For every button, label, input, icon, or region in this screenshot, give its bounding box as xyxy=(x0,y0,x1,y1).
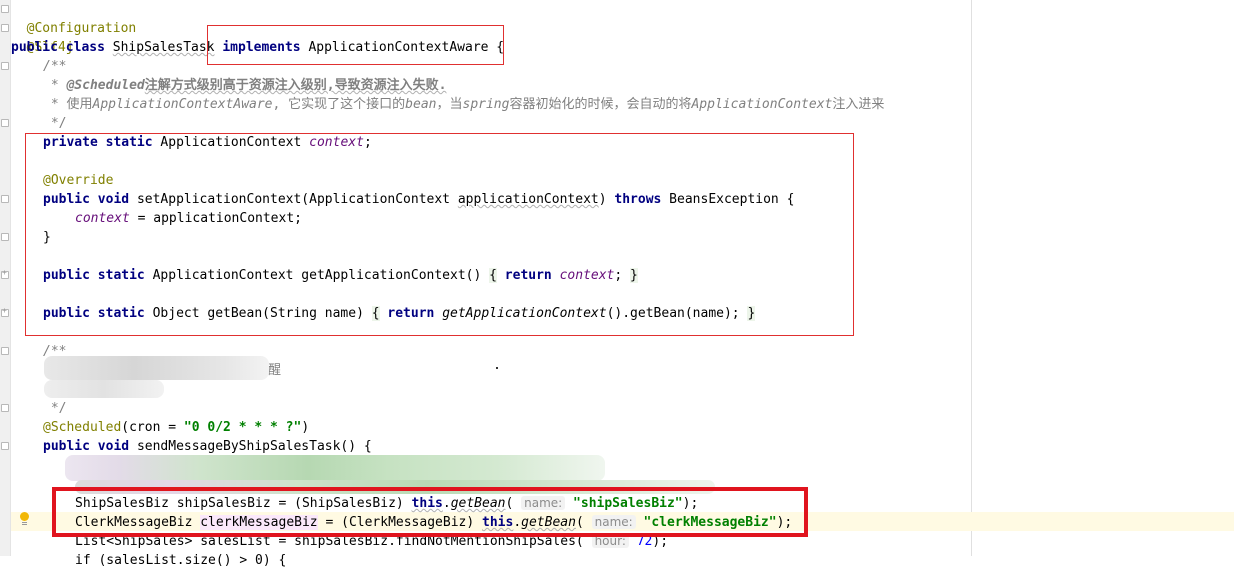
comment-text: ，当 xyxy=(436,97,463,112)
fold-toggle-icon[interactable] xyxy=(1,404,9,412)
fold-toggle-icon[interactable] xyxy=(1,62,9,70)
comment: */ xyxy=(43,401,67,416)
lightbulb-icon[interactable] xyxy=(19,512,29,526)
doc-comment-line[interactable]: */ xyxy=(43,399,67,418)
keyword: public xyxy=(11,40,58,55)
fold-toggle-icon[interactable] xyxy=(1,233,9,241)
comment-text: 注解方式级别高于资源注入级别,导致资源注入失败. xyxy=(144,78,447,93)
fold-expand-icon[interactable] xyxy=(1,268,9,279)
redacted-region xyxy=(65,455,605,481)
keyword: public xyxy=(43,439,90,454)
fold-expand-icon[interactable] xyxy=(1,306,9,317)
comment-text: ApplicationContextAware xyxy=(92,97,273,112)
highlight-box-context-methods xyxy=(25,133,854,336)
method-declaration-line[interactable]: public void sendMessageByShipSalesTask()… xyxy=(43,437,372,456)
fold-toggle-icon[interactable] xyxy=(1,24,9,32)
redacted-region xyxy=(44,356,269,380)
comment: /** xyxy=(43,59,67,74)
right-margin-guide xyxy=(971,0,972,556)
keyword: class xyxy=(65,40,105,55)
fold-toggle-icon[interactable] xyxy=(1,442,9,450)
highlight-box-getbean-calls xyxy=(52,487,808,537)
comment-text: bean xyxy=(405,97,437,112)
string-literal: "0 0/2 * * * ?" xyxy=(183,420,302,435)
redacted-region xyxy=(44,380,164,398)
code-text: (cron = xyxy=(121,420,184,435)
comment-tag: @Scheduled xyxy=(66,78,145,93)
comment-text: spring xyxy=(462,97,510,112)
fold-toggle-icon[interactable] xyxy=(1,119,9,127)
fold-toggle-icon[interactable] xyxy=(1,5,9,13)
comment-text: , 它实现了这个接口的 xyxy=(272,97,406,112)
highlight-box-implements xyxy=(207,25,504,65)
annotation-line[interactable]: @Scheduled(cron = "0 0/2 * * * ?") xyxy=(43,418,309,437)
annotation: @Scheduled xyxy=(43,420,122,435)
class-name: ShipSalesTask xyxy=(112,40,215,55)
doc-comment-line[interactable]: * @Scheduled注解方式级别高于资源注入级别,导致资源注入失败. xyxy=(43,76,447,95)
stray-dot xyxy=(496,367,498,369)
comment: */ xyxy=(43,116,67,131)
doc-comment-line[interactable]: */ xyxy=(43,114,67,133)
comment-text: ApplicationContext xyxy=(691,97,833,112)
comment-star: * xyxy=(43,78,67,93)
comment-text: 注入进来 xyxy=(832,97,885,112)
fold-toggle-icon[interactable] xyxy=(1,195,9,203)
code-line[interactable]: if (salesList.size() > 0) { xyxy=(75,551,286,570)
code-line[interactable]: @Slf4j xyxy=(11,19,74,55)
keyword: void xyxy=(97,439,130,454)
fold-toggle-icon[interactable] xyxy=(1,347,9,355)
method-signature: sendMessageByShipSalesTask() { xyxy=(136,439,372,454)
comment-star: * xyxy=(43,97,67,112)
comment-text: 容器初始化的时候，会自动的将 xyxy=(509,97,692,112)
doc-comment-line[interactable]: /** xyxy=(43,57,66,76)
comment-text: 使用 xyxy=(66,97,93,112)
code-text: ) xyxy=(301,420,310,435)
code-line[interactable]: @Configuration xyxy=(11,0,137,36)
code-text: if (salesList.size() > 0) { xyxy=(75,553,287,568)
doc-comment-line[interactable]: * 使用ApplicationContextAware, 它实现了这个接口的be… xyxy=(43,95,885,114)
